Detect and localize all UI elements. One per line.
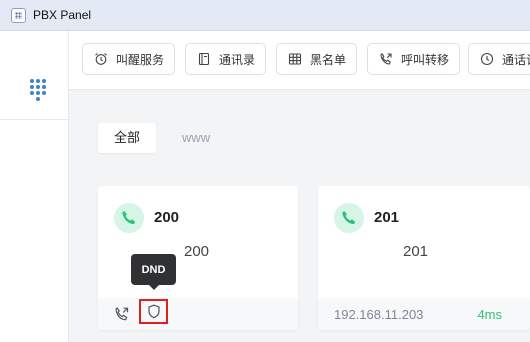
- nav-divider: [0, 119, 68, 120]
- call-forward-button[interactable]: 呼叫转移: [367, 43, 461, 75]
- window-titlebar: PBX Panel: [0, 0, 530, 31]
- extension-card-201[interactable]: 201 201 192.168.11.203 4ms: [318, 186, 530, 330]
- clock-icon: [480, 52, 494, 66]
- latency-value: 4ms: [477, 307, 502, 322]
- extension-card-200[interactable]: 200 200: [98, 186, 298, 330]
- phone-icon: [122, 211, 136, 225]
- dialpad-icon[interactable]: [29, 78, 47, 102]
- extension-name: 201: [403, 243, 429, 260]
- dnd-tooltip: DND: [131, 254, 176, 290]
- call-forward-icon[interactable]: [114, 306, 130, 322]
- call-forward-label: 呼叫转移: [401, 52, 450, 67]
- left-nav: [0, 31, 69, 342]
- card-footer: 192.168.11.203 4ms: [318, 298, 530, 330]
- blacklist-button[interactable]: 黑名单: [276, 43, 358, 75]
- blacklist-label: 黑名单: [310, 52, 347, 67]
- blacklist-icon: [288, 53, 302, 65]
- wakeup-service-label: 叫醒服务: [116, 52, 165, 67]
- app-icon: [11, 7, 26, 23]
- contacts-label: 通讯录: [219, 52, 256, 67]
- wakeup-service-button[interactable]: 叫醒服务: [82, 43, 176, 75]
- extension-number: 200: [154, 209, 180, 226]
- extension-number: 201: [374, 209, 400, 226]
- phone-badge: [334, 203, 364, 233]
- tab-www[interactable]: www: [166, 123, 226, 153]
- tooltip-text: DND: [141, 263, 166, 276]
- card-footer: [98, 298, 298, 330]
- phone-badge: [114, 203, 144, 233]
- group-tabs: 全部 www: [98, 123, 226, 153]
- window-title: PBX Panel: [33, 8, 92, 22]
- alarm-clock-icon: [95, 53, 107, 65]
- extension-name: 200: [184, 243, 210, 260]
- toolbar: 叫醒服务 通讯录 黑名单 呼叫转移 通话记: [69, 31, 530, 90]
- shield-icon: [147, 304, 160, 319]
- call-history-button[interactable]: 通话记: [468, 43, 530, 75]
- call-forward-icon: [380, 53, 392, 65]
- phone-icon: [342, 211, 356, 225]
- tab-all[interactable]: 全部: [98, 123, 157, 153]
- contacts-button[interactable]: 通讯录: [185, 43, 267, 75]
- dnd-toggle[interactable]: [139, 299, 168, 324]
- contacts-book-icon: [198, 52, 210, 66]
- call-history-label: 通话记: [502, 52, 530, 67]
- ip-address: 192.168.11.203: [334, 307, 424, 322]
